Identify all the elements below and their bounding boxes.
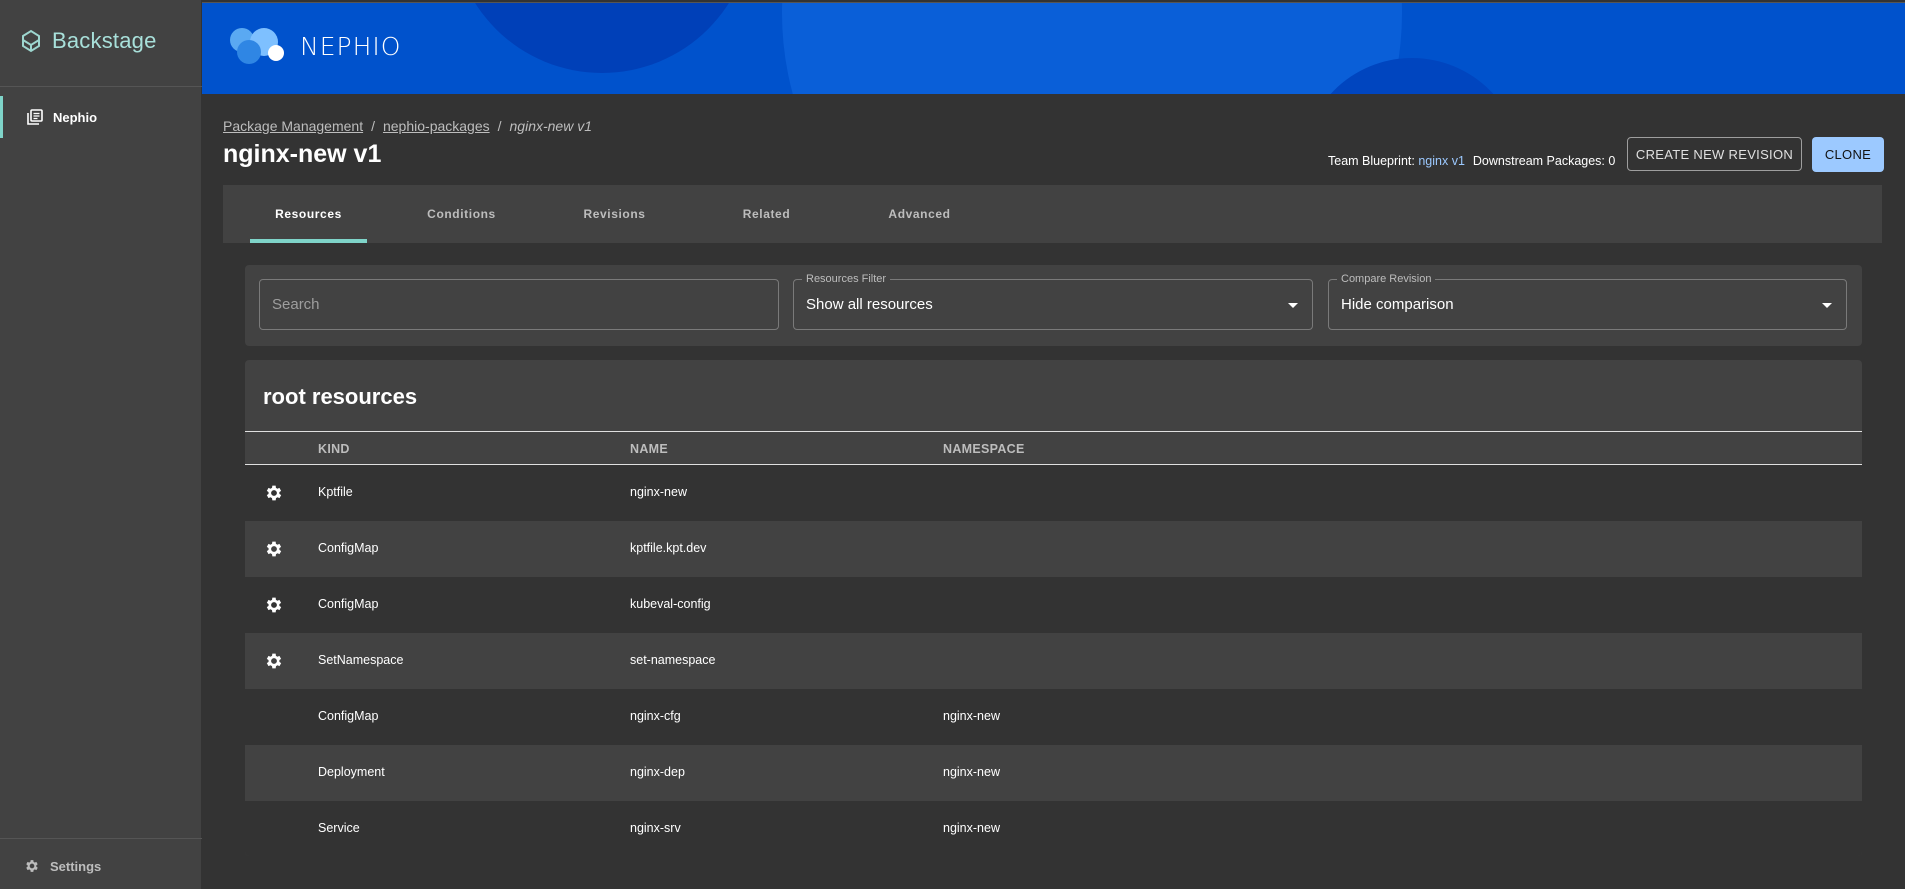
cell-kind: SetNamespace	[318, 653, 404, 667]
cell-name: nginx-new	[630, 485, 687, 499]
banner-decoration	[782, 3, 1402, 94]
gear-icon[interactable]	[264, 595, 284, 615]
nephio-wordmark: NEPHIO	[300, 31, 402, 61]
nephio-logo-icon	[230, 28, 284, 64]
cell-kind: Deployment	[318, 765, 385, 779]
downstream-packages: Downstream Packages: 0	[1472, 154, 1616, 168]
gear-icon[interactable]	[264, 651, 284, 671]
search-placeholder: Search	[272, 296, 320, 313]
table-row[interactable]: Service nginx-srv nginx-new	[245, 801, 1862, 856]
header-banner: NEPHIO	[202, 2, 1905, 94]
gear-icon[interactable]	[264, 539, 284, 559]
tab-bar: Resources Conditions Revisions Related A…	[223, 185, 1882, 243]
chevron-down-icon	[1822, 303, 1832, 308]
compare-revision-label: Compare Revision	[1337, 273, 1436, 285]
tab-conditions[interactable]: Conditions	[403, 185, 520, 243]
breadcrumb-current: nginx-new v1	[509, 118, 593, 134]
backstage-logo-icon	[22, 29, 40, 53]
nephio-logo: NEPHIO	[224, 25, 401, 67]
table-row[interactable]: ConfigMap kubeval-config	[245, 577, 1862, 633]
sidebar-item-nephio[interactable]: Nephio	[0, 96, 202, 138]
page-title: nginx-new v1	[223, 140, 382, 168]
backstage-logo[interactable]: Backstage	[20, 28, 157, 54]
sidebar-divider	[0, 86, 202, 87]
gear-icon	[26, 860, 38, 872]
column-header-namespace: NAMESPACE	[943, 442, 1025, 456]
library-icon	[27, 109, 43, 125]
compare-revision-select[interactable]: Compare Revision Hide comparison	[1328, 273, 1847, 330]
table-row[interactable]: SetNamespace set-namespace	[245, 633, 1862, 689]
create-new-revision-button[interactable]: CREATE NEW REVISION	[1627, 137, 1802, 171]
resources-filter-value: Show all resources	[806, 296, 933, 313]
team-blueprint-link[interactable]: nginx v1	[1418, 154, 1465, 168]
cell-kind: Service	[318, 821, 360, 835]
cell-kind: ConfigMap	[318, 597, 379, 611]
sidebar-item-settings[interactable]: Settings	[24, 858, 101, 874]
sidebar: Backstage Nephio Settings	[0, 0, 202, 889]
tab-resources[interactable]: Resources	[250, 185, 367, 243]
tab-advanced[interactable]: Advanced	[861, 185, 978, 243]
banner-decoration	[452, 3, 752, 73]
package-meta: Team Blueprint: nginx v1 Downstream Pack…	[1328, 154, 1615, 168]
cell-name: set-namespace	[630, 653, 716, 667]
resources-filter-label: Resources Filter	[802, 273, 891, 285]
cell-name: kptfile.kpt.dev	[630, 541, 707, 555]
cell-namespace: nginx-new	[943, 709, 1000, 723]
settings-label: Settings	[50, 858, 102, 874]
cell-namespace: nginx-new	[943, 821, 1000, 835]
cell-name: nginx-cfg	[630, 709, 681, 723]
sidebar-divider	[0, 838, 202, 839]
table-header: KIND NAME NAMESPACE	[245, 432, 1862, 464]
breadcrumb: Package Management / nephio-packages / n…	[223, 118, 592, 134]
filter-card: Search Resources Filter Show all resourc…	[245, 265, 1862, 346]
sidebar-item-label: Nephio	[53, 109, 98, 125]
search-input[interactable]: Search	[259, 279, 779, 330]
table-row[interactable]: Kptfile nginx-new	[245, 465, 1862, 521]
tab-revisions[interactable]: Revisions	[556, 185, 673, 243]
team-blueprint-label: Team Blueprint:	[1328, 154, 1415, 168]
table-row[interactable]: Deployment nginx-dep nginx-new	[245, 745, 1862, 801]
gear-icon[interactable]	[264, 483, 284, 503]
chevron-down-icon	[1288, 303, 1298, 308]
column-header-kind: KIND	[318, 442, 350, 456]
breadcrumb-nephio-packages[interactable]: nephio-packages	[383, 118, 490, 134]
breadcrumb-separator: /	[371, 118, 375, 134]
compare-revision-value: Hide comparison	[1341, 296, 1454, 313]
cell-kind: ConfigMap	[318, 709, 379, 723]
cell-kind: Kptfile	[318, 485, 353, 499]
resources-table-title: root resources	[263, 384, 418, 409]
resources-table-card: root resources KIND NAME NAMESPACE Kptfi…	[245, 360, 1862, 856]
cell-kind: ConfigMap	[318, 541, 379, 555]
cell-name: kubeval-config	[630, 597, 711, 611]
tab-related[interactable]: Related	[708, 185, 825, 243]
table-row[interactable]: ConfigMap kptfile.kpt.dev	[245, 521, 1862, 577]
cell-name: nginx-dep	[630, 765, 685, 779]
cell-namespace: nginx-new	[943, 765, 1000, 779]
breadcrumb-separator: /	[497, 118, 502, 134]
resources-filter-select[interactable]: Resources Filter Show all resources	[793, 273, 1313, 330]
table-row[interactable]: ConfigMap nginx-cfg nginx-new	[245, 689, 1862, 745]
column-header-name: NAME	[630, 442, 669, 456]
brand-name: Backstage	[52, 28, 157, 53]
team-blueprint: Team Blueprint: nginx v1	[1328, 154, 1465, 168]
cell-name: nginx-srv	[630, 821, 681, 835]
breadcrumb-package-management[interactable]: Package Management	[223, 118, 363, 134]
table-body: Kptfile nginx-new ConfigMap kptfile.kpt.dev…	[245, 465, 1862, 856]
clone-button[interactable]: CLONE	[1812, 137, 1884, 172]
